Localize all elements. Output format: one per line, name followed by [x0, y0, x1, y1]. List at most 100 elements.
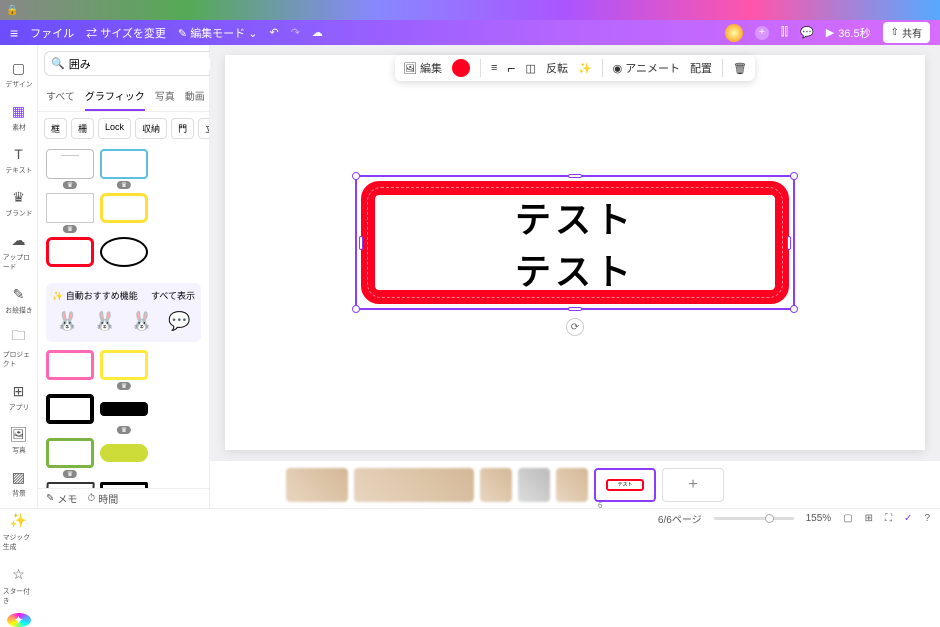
reco-item[interactable]: 🐰: [127, 306, 157, 336]
rail-app[interactable]: ⊞アプリ: [0, 376, 37, 419]
rail-upload[interactable]: ☁アップロード: [0, 225, 37, 279]
chip[interactable]: 框: [44, 118, 67, 139]
ai-sparkle-button[interactable]: ✦: [7, 613, 31, 627]
page-thumb-4[interactable]: [518, 468, 550, 502]
tab-graphic[interactable]: グラフィック: [85, 82, 145, 111]
rail-magic[interactable]: ✨マジック生成: [0, 505, 37, 559]
reco-item[interactable]: 🐰: [90, 306, 120, 336]
reco-item[interactable]: 💬: [164, 306, 194, 336]
fullscreen-button[interactable]: ⛶: [885, 513, 892, 524]
element-item[interactable]: [46, 237, 94, 275]
rail-elements[interactable]: ▦素材: [0, 96, 37, 139]
animate-button[interactable]: ◉ アニメート: [613, 60, 680, 76]
rail-star[interactable]: ☆スター付き: [0, 559, 37, 613]
element-item[interactable]: [100, 237, 148, 275]
line-style-button[interactable]: ≡: [491, 62, 497, 74]
reco-show-all[interactable]: すべて表示: [151, 289, 195, 302]
memo-button[interactable]: ✎ メモ: [46, 491, 77, 506]
element-item[interactable]: ♛: [46, 193, 94, 231]
cloud-sync-icon[interactable]: ☁: [312, 26, 323, 39]
text-line-2[interactable]: テスト: [515, 243, 635, 295]
rail-design[interactable]: ▢デザイン: [0, 53, 37, 96]
element-item[interactable]: ♛: [46, 482, 94, 488]
play-button[interactable]: ▶ 36.5秒: [826, 25, 871, 41]
page-thumb-6-active[interactable]: テスト 6: [594, 468, 656, 502]
element-item[interactable]: ♛: [46, 438, 94, 476]
zoom-value[interactable]: 155%: [806, 513, 832, 524]
grid-view-button[interactable]: ⊞: [865, 513, 873, 524]
element-item[interactable]: [46, 350, 94, 388]
add-member-button[interactable]: +: [755, 26, 769, 40]
resize-handle-bl[interactable]: [352, 305, 360, 313]
view-mode-button[interactable]: ▢: [843, 513, 852, 524]
help-button[interactable]: ?: [924, 513, 930, 524]
chip[interactable]: 門: [171, 118, 194, 139]
tab-photo[interactable]: 写真: [155, 82, 175, 111]
time-button[interactable]: ⏱ 時間: [87, 491, 118, 506]
element-item[interactable]: ♛: [100, 149, 148, 187]
user-avatar[interactable]: [725, 24, 743, 42]
rail-photo[interactable]: 🖼写真: [0, 419, 37, 462]
reco-item[interactable]: 🐰: [53, 306, 83, 336]
rail-bg[interactable]: ▨背景: [0, 462, 37, 505]
menu-resize[interactable]: ⇄ サイズを変更: [86, 25, 166, 41]
resize-edge-bottom[interactable]: [568, 307, 582, 311]
page-thumb-1[interactable]: [286, 468, 348, 502]
effects-button[interactable]: ✨: [578, 62, 592, 75]
selection-box[interactable]: テスト テスト ⟳: [355, 175, 795, 310]
rotate-handle[interactable]: ⟳: [566, 318, 584, 336]
element-item[interactable]: ♛: [46, 149, 94, 187]
page-thumb-3[interactable]: [480, 468, 512, 502]
analytics-icon[interactable]: ⫿⫿: [781, 26, 788, 39]
elements-grid[interactable]: ♛ ♛ ♛ ✨ 自動おすすめ機能すべて表示 🐰 🐰 🐰 💬 ♛ ♛ ♛ ♛: [38, 145, 209, 488]
redo-button[interactable]: ↷: [291, 26, 300, 39]
search-input[interactable]: [69, 58, 211, 70]
hamburger-icon[interactable]: ≡: [10, 25, 18, 41]
rail-brand[interactable]: ♛ブランド: [0, 182, 37, 225]
element-item[interactable]: ♛: [100, 482, 148, 488]
position-button[interactable]: 配置: [690, 60, 712, 76]
page[interactable]: テスト テスト ⟳: [225, 55, 925, 450]
undo-button[interactable]: ↶: [269, 26, 278, 39]
fill-color-button[interactable]: [452, 59, 470, 77]
resize-edge-right[interactable]: [787, 236, 791, 250]
tab-video[interactable]: 動画: [185, 82, 205, 111]
page-thumb-2[interactable]: [354, 468, 474, 502]
page-thumb-5[interactable]: [556, 468, 588, 502]
element-item[interactable]: [100, 438, 148, 476]
element-item[interactable]: [46, 394, 94, 432]
add-page-button[interactable]: +: [662, 468, 724, 502]
comment-icon[interactable]: 💬: [800, 26, 814, 39]
text-line-1[interactable]: テスト: [515, 191, 635, 243]
page-indicator[interactable]: 6/6ページ: [658, 511, 702, 526]
chip[interactable]: Lock: [98, 118, 131, 139]
share-button[interactable]: ⇧ 共有: [883, 22, 930, 43]
zoom-slider[interactable]: [714, 517, 794, 520]
edit-image-button[interactable]: 🖼 編集: [403, 60, 442, 76]
chip[interactable]: 立方: [198, 118, 209, 139]
rail-text[interactable]: Tテキスト: [0, 139, 37, 182]
resize-edge-top[interactable]: [568, 174, 582, 178]
element-item[interactable]: ♛: [100, 394, 148, 432]
resize-handle-tl[interactable]: [352, 172, 360, 180]
resize-handle-br[interactable]: [790, 305, 798, 313]
menu-file[interactable]: ファイル: [30, 25, 74, 41]
chip[interactable]: 収納: [135, 118, 167, 139]
search-input-wrapper[interactable]: 🔍 ⓧ: [44, 51, 234, 76]
tab-all[interactable]: すべて: [46, 82, 75, 111]
canvas[interactable]: テスト テスト ⟳: [210, 45, 940, 460]
element-item[interactable]: [100, 193, 148, 231]
chip[interactable]: 柵: [71, 118, 94, 139]
flip-button[interactable]: 反転: [546, 60, 568, 76]
rail-project[interactable]: 🗀プロジェクト: [0, 322, 37, 376]
element-item[interactable]: ♛: [100, 350, 148, 388]
resize-edge-left[interactable]: [359, 236, 363, 250]
menu-edit-mode[interactable]: ✎ 編集モード ⌄: [178, 25, 258, 41]
red-frame-element[interactable]: テスト テスト: [361, 181, 789, 304]
crop-button[interactable]: ◫: [526, 62, 536, 75]
check-button[interactable]: ✓: [904, 513, 912, 524]
transparency-button[interactable]: 🗑: [733, 62, 747, 75]
resize-handle-tr[interactable]: [790, 172, 798, 180]
rail-draw[interactable]: ✎お絵描き: [0, 279, 37, 322]
corner-button[interactable]: ⌐: [507, 60, 515, 76]
